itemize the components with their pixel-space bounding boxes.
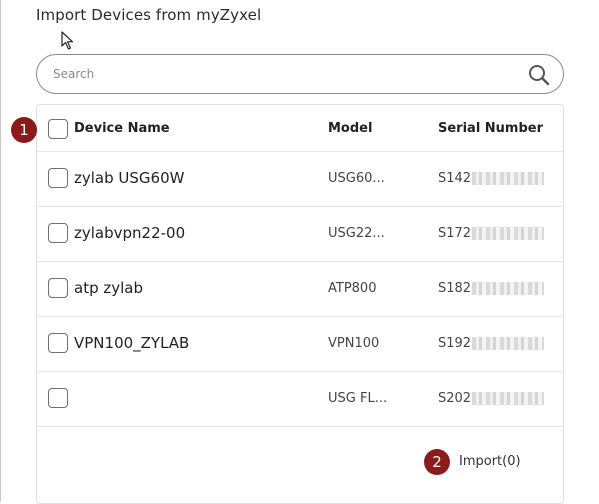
device-model: USG60... <box>328 171 385 186</box>
mouse-pointer-icon <box>61 31 74 50</box>
table-row[interactable]: zylabvpn22-00 USG22... S172 <box>37 207 563 262</box>
search-input[interactable] <box>51 64 521 84</box>
device-model: VPN100 <box>328 336 380 351</box>
device-name: zylab USG60W <box>74 169 185 187</box>
redacted-serial <box>472 337 545 350</box>
redacted-serial <box>472 282 545 295</box>
device-model: ATP800 <box>328 281 377 296</box>
redacted-serial <box>472 227 545 240</box>
device-name: atp zylab <box>74 279 143 297</box>
device-table: Device Name Model Serial Number zylab US… <box>36 104 564 504</box>
row-checkbox[interactable] <box>48 223 68 243</box>
row-checkbox[interactable] <box>48 278 68 298</box>
table-header-row: Device Name Model Serial Number <box>37 105 563 152</box>
device-serial: S202 <box>438 391 545 406</box>
column-header-serial-number: Serial Number <box>438 121 544 136</box>
table-row[interactable]: zylab USG60W USG60... S142 <box>37 152 563 207</box>
device-model: USG FL... <box>328 391 388 406</box>
column-header-model: Model <box>328 121 373 136</box>
serial-visible: S192 <box>438 336 472 351</box>
device-serial: S172 <box>438 226 545 241</box>
serial-visible: S202 <box>438 391 472 406</box>
page-title: Import Devices from myZyxel <box>36 6 262 24</box>
select-all-checkbox[interactable] <box>48 119 68 139</box>
column-header-device-name: Device Name <box>74 121 170 136</box>
row-checkbox[interactable] <box>48 168 68 188</box>
search-bar <box>36 54 564 94</box>
table-row[interactable]: USG FL... S202 <box>37 372 563 427</box>
serial-visible: S142 <box>438 171 472 186</box>
step-badge-1: 1 <box>11 117 37 143</box>
left-divider <box>0 0 1 502</box>
row-checkbox[interactable] <box>48 333 68 353</box>
device-name: VPN100_ZYLAB <box>74 334 190 352</box>
device-serial: S182 <box>438 281 545 296</box>
device-model: USG22... <box>328 226 385 241</box>
redacted-serial <box>472 392 545 405</box>
serial-visible: S182 <box>438 281 472 296</box>
table-row[interactable]: atp zylab ATP800 S182 <box>37 262 563 317</box>
table-row[interactable]: VPN100_ZYLAB VPN100 S192 <box>37 317 563 372</box>
row-checkbox[interactable] <box>48 388 68 408</box>
import-button[interactable]: Import(0) <box>459 454 521 469</box>
serial-visible: S172 <box>438 226 472 241</box>
device-name: zylabvpn22-00 <box>74 224 186 242</box>
search-icon[interactable] <box>528 64 550 86</box>
step-badge-2: 2 <box>424 449 450 475</box>
redacted-serial <box>472 172 545 185</box>
device-serial: S142 <box>438 171 545 186</box>
device-serial: S192 <box>438 336 545 351</box>
